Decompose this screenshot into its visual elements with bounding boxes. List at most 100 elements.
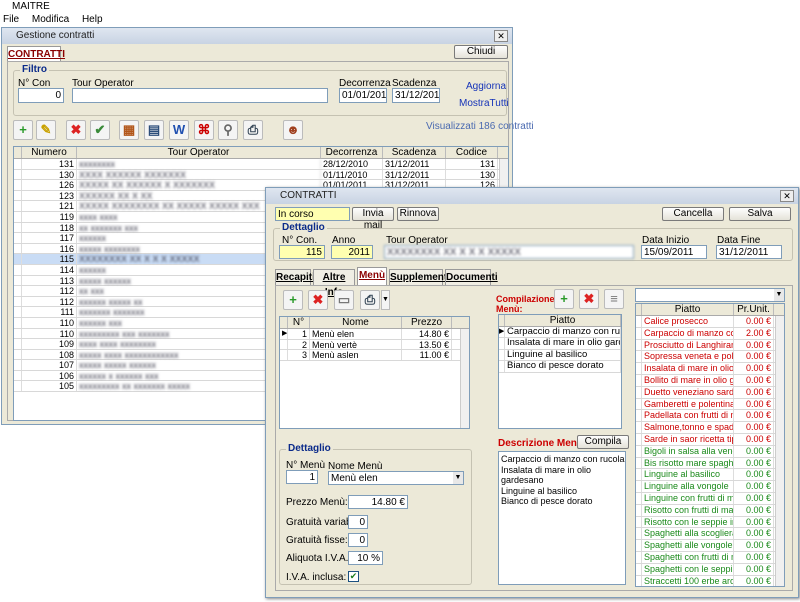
edit-icon[interactable]: ✎ (36, 120, 56, 140)
tour-operator-input[interactable] (72, 88, 328, 103)
print-icon[interactable]: ⎙ (360, 290, 380, 310)
tab-documenti[interactable]: Documenti (445, 269, 498, 285)
decorrenza-input[interactable]: 01/01/2011 (339, 88, 387, 103)
list-item[interactable]: Sarde in saor ricetta tipic 0.00 € (636, 433, 784, 446)
menu-file[interactable]: File (3, 14, 19, 25)
nmenu-field[interactable]: 1 (286, 470, 318, 484)
zoom-icon[interactable]: ⚲ (218, 120, 238, 140)
list-item[interactable]: Insalata di mare in olio ga0.00 € (636, 363, 784, 375)
scadenza-input[interactable]: 31/12/2011 (392, 88, 440, 103)
anno-field[interactable]: 2011 (331, 245, 373, 259)
data-inizio-field[interactable]: 15/09/2011 (641, 245, 707, 259)
list-item[interactable]: Gamberetti e polentina fil0.00 € (636, 398, 784, 411)
dish-filter-select[interactable] (635, 288, 785, 302)
close-icon[interactable]: ✕ (780, 190, 794, 202)
col-n[interactable]: N° (288, 317, 310, 328)
gratuita-variabili-field[interactable]: 0 (348, 515, 368, 529)
pdf-icon[interactable]: ⌘ (194, 120, 214, 140)
list-item[interactable]: Padellata con frutti di mar0.00 € (636, 410, 784, 423)
col-codice[interactable]: Codice (446, 147, 498, 158)
tour-operator-field[interactable]: XXXXXXXX XX X X X XXXXX (384, 245, 634, 259)
list-item[interactable]: Salmone,tonno e spada 0.00 € (636, 422, 784, 434)
col-nome[interactable]: Nome (310, 317, 402, 328)
list-item[interactable]: Linguine con frutti di mare0.00 € (636, 492, 784, 505)
col-piatto[interactable]: Piatto (505, 315, 621, 326)
list-item[interactable]: Bianco di pesce dorato (499, 361, 621, 373)
table-row[interactable]: 131 xxxxxxxx 28/12/2010 31/12/2011 131 (14, 159, 508, 170)
tab-menu[interactable]: Menù (357, 267, 387, 285)
list-item[interactable]: Linguine alla vongole 0.00 € (636, 481, 784, 493)
salva-button[interactable]: Salva (729, 207, 791, 221)
col-decorrenza[interactable]: Decorrenza (321, 147, 383, 158)
aggiorna-link[interactable]: Aggiorna (466, 81, 506, 92)
menu-help[interactable]: Help (82, 14, 103, 25)
list-item[interactable]: Carpaccio di manzo con r2.00 € (636, 327, 784, 340)
add-dish-icon[interactable]: + (554, 289, 574, 309)
rinnova-button[interactable]: Rinnova (397, 207, 439, 221)
col-prezzo-unit[interactable]: Pr.Unit. (734, 304, 774, 315)
close-icon[interactable]: ✕ (494, 30, 508, 42)
ncon-input[interactable]: 0 (18, 88, 64, 103)
chevron-down-icon[interactable]: ▼ (453, 472, 463, 484)
list-item[interactable]: Bigoli in salsa alla veneta0.00 € (636, 445, 784, 458)
delete-menu-icon[interactable]: ✖ (308, 290, 328, 310)
add-menu-icon[interactable]: + (283, 290, 303, 310)
dishes-scrollbar[interactable] (775, 316, 784, 586)
mostratutti-link[interactable]: MostraTutti (459, 98, 509, 109)
invia-mail-button[interactable]: Invia mail (352, 207, 394, 231)
menu-scrollbar[interactable] (460, 329, 469, 428)
cancella-button[interactable]: Cancella (662, 207, 724, 221)
chart-icon[interactable]: ▦ (119, 120, 139, 140)
table-row[interactable]: 130 XXXX XXXXXX XXXXXXX 01/11/2010 31/12/20… (14, 169, 508, 181)
list-item[interactable]: 2 Menù vertè 13.50 € (280, 339, 469, 351)
list-item[interactable]: 3 Menù aslen 11.00 € (280, 350, 469, 361)
add-icon[interactable]: + (13, 120, 33, 140)
aliquota-iva-field[interactable]: 10 % (348, 551, 383, 565)
col-tour-operator[interactable]: Tour Operator (77, 147, 321, 158)
list-item[interactable]: ▶Carpaccio di manzo con rucola (499, 327, 621, 339)
compila-button[interactable]: Compila (577, 435, 629, 449)
copy-icon[interactable]: ▭ (334, 290, 354, 310)
ncon-field[interactable]: 115 (279, 245, 325, 259)
chevron-down-icon[interactable]: ▼ (774, 289, 784, 301)
gratuita-fisse-field[interactable]: 0 (348, 533, 368, 547)
check-icon[interactable]: ✔ (90, 120, 110, 140)
tab-recapiti[interactable]: Recapiti (275, 269, 315, 285)
list-item[interactable]: Prosciutto di Langhirano 0.00 € (636, 339, 784, 352)
descrizione-box[interactable]: Carpaccio di manzo con rucola Insalata di… (498, 451, 626, 585)
list-item[interactable]: Spaghetti con frutti di ma 0.00 € (636, 551, 784, 564)
list-item[interactable]: Insalata di mare in olio gardesa (499, 338, 621, 350)
list-item[interactable]: Spaghetti alle vongole 0.00 € (636, 540, 784, 552)
menu-modifica[interactable]: Modifica (32, 14, 69, 25)
print-icon[interactable]: ⎙ (243, 120, 263, 140)
list-item[interactable]: ▶ 1 Menù elen 14.80 € (280, 329, 469, 340)
status-field[interactable]: In corso (275, 207, 350, 221)
user-icon[interactable]: ☻ (283, 120, 303, 140)
tab-contratti[interactable]: CONTRATTI (7, 46, 65, 62)
delete-icon[interactable]: ✖ (66, 120, 86, 140)
col-scadenza[interactable]: Scadenza (383, 147, 446, 158)
list-item[interactable]: Spaghetti alla scogliera 0.00 € (636, 528, 784, 541)
delete-dish-icon[interactable]: ✖ (579, 289, 599, 309)
chiudi-button[interactable]: Chiudi (454, 45, 508, 59)
list-item[interactable]: Duetto veneziano sarde s0.00 € (636, 386, 784, 399)
list-item[interactable]: Linguine al basilico 0.00 € (636, 469, 784, 482)
tab-supplementi[interactable]: Supplementi (389, 269, 450, 285)
word-icon[interactable]: W (169, 120, 189, 140)
screen-icon[interactable]: ▤ (144, 120, 164, 140)
database-icon[interactable]: ≡ (604, 289, 624, 309)
list-item[interactable]: Straccetti 100 erbe aroma0.00 € (636, 575, 784, 586)
iva-inclusa-checkbox[interactable]: ✔ (348, 571, 359, 582)
list-item[interactable]: Risotto con le seppie in n0.00 € (636, 516, 784, 529)
data-fine-field[interactable]: 31/12/2011 (716, 245, 782, 259)
list-item[interactable]: Linguine al basilico (499, 349, 621, 362)
chevron-down-icon[interactable]: ▼ (381, 290, 390, 310)
list-item[interactable]: Sopressa veneta e polent0.00 € (636, 351, 784, 364)
col-prezzo[interactable]: Prezzo (402, 317, 452, 328)
list-item[interactable]: Bis risotto mare spaghett 0.00 € (636, 457, 784, 470)
col-numero[interactable]: Numero (22, 147, 77, 158)
list-item[interactable]: Risotto con frutti di mare 0.00 € (636, 504, 784, 517)
list-item[interactable]: Bollito di mare in olio gar 0.00 € (636, 374, 784, 387)
list-item[interactable]: Spaghetti con le seppie in0.00 € (636, 563, 784, 576)
nome-menu-select[interactable]: Menù elen (328, 471, 464, 485)
